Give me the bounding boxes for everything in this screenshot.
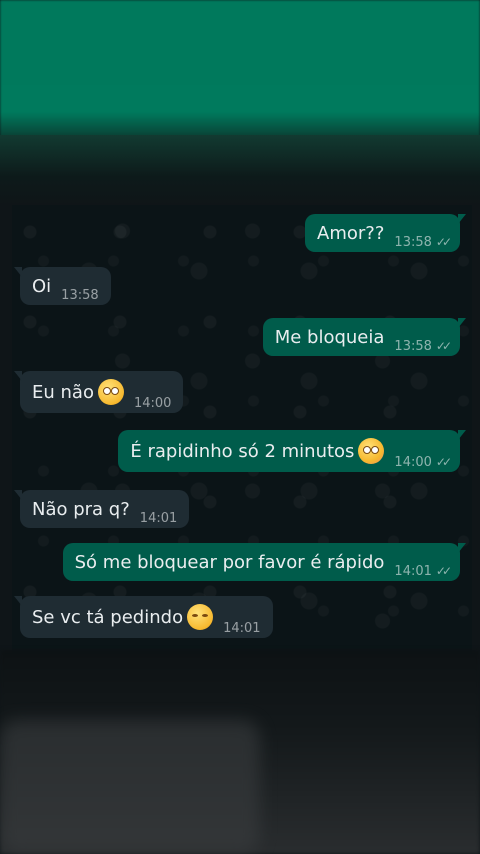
message-bubble-incoming[interactable]: Não pra q? 14:01: [13, 490, 190, 528]
app-header-blurred: [0, 0, 480, 140]
message-meta: 14:01: [140, 511, 177, 526]
message-text: É rapidinho só 2 minutos: [130, 440, 355, 462]
message-meta: 14:00: [134, 396, 171, 411]
flushed-emoji-icon: [358, 438, 385, 464]
message-text: Oi: [32, 275, 52, 297]
message-text: Não pra q?: [32, 498, 130, 520]
message-bubble-outgoing[interactable]: Só me bloquear por favor é rápido 14:01 ✓✓: [62, 543, 467, 581]
message-meta: 14:01: [223, 621, 260, 636]
message-bubble-incoming[interactable]: Se vc tá pedindo 14:01: [14, 596, 273, 638]
blurred-background-shape: [0, 720, 260, 854]
message-meta: 13:58 ✓✓: [394, 234, 452, 250]
message-text: Amor??: [317, 222, 385, 244]
message-time: 14:00: [394, 455, 432, 470]
message-bubble-outgoing[interactable]: Amor?? 13:58 ✓✓: [305, 214, 466, 252]
message-time: 13:58: [61, 287, 99, 303]
eye-roll-emoji-icon: [97, 379, 124, 405]
message-time: 13:58: [394, 234, 432, 250]
message-time: 13:58: [394, 338, 432, 354]
message-meta: 13:58: [61, 288, 98, 303]
header-shadow: [0, 135, 480, 205]
message-time: 14:01: [139, 510, 178, 526]
message-meta: 14:00 ✓✓: [394, 455, 452, 470]
message-bubble-outgoing[interactable]: Me bloqueia 13:58 ✓✓: [262, 318, 467, 356]
double-check-icon: ✓✓: [435, 563, 452, 578]
message-time: 14:00: [133, 396, 172, 411]
double-check-icon: ✓✓: [435, 338, 452, 353]
message-bubble-incoming[interactable]: Eu não 14:00: [13, 371, 184, 413]
message-text: Me bloqueia: [274, 326, 385, 348]
message-text: Só me bloquear por favor é rápido: [74, 551, 385, 573]
message-bubble-outgoing[interactable]: É rapidinho só 2 minutos 14:00 ✓✓: [118, 430, 466, 472]
message-text: Eu não: [32, 381, 94, 403]
double-check-icon: ✓✓: [435, 234, 452, 249]
message-time: 14:01: [223, 621, 261, 636]
message-bubble-incoming[interactable]: Oi 13:58: [14, 267, 111, 305]
message-meta: 14:01 ✓✓: [394, 563, 452, 579]
kissing-emoji-icon: [187, 604, 214, 630]
message-meta: 13:58 ✓✓: [394, 338, 452, 354]
message-text: Se vc tá pedindo: [32, 606, 184, 628]
message-time: 14:01: [394, 563, 432, 579]
double-check-icon: ✓✓: [435, 455, 452, 469]
